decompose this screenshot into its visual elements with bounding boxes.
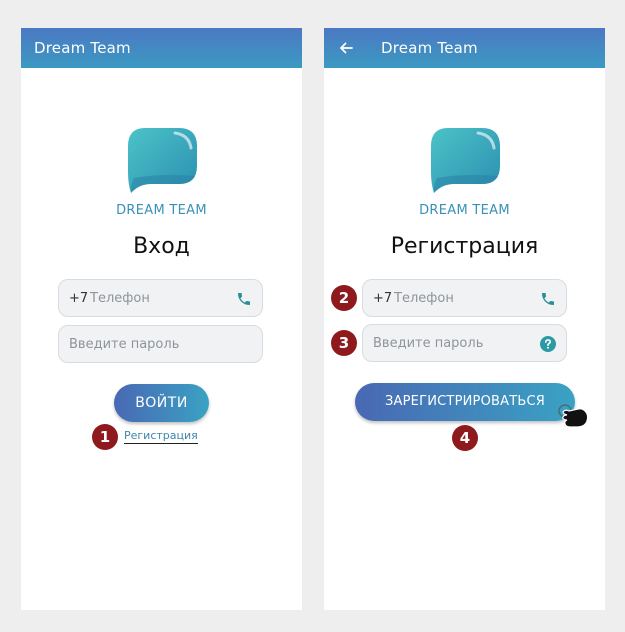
step-badge-1: 1 bbox=[92, 424, 118, 450]
step-badge-4: 4 bbox=[452, 425, 478, 451]
password-field[interactable]: Введите пароль bbox=[362, 324, 567, 362]
speech-bubble-logo bbox=[430, 128, 500, 193]
hand-pointer-icon bbox=[558, 404, 589, 428]
phone-prefix: +7 bbox=[373, 291, 393, 306]
speech-bubble-logo bbox=[127, 128, 197, 193]
password-field[interactable]: Введите пароль bbox=[58, 325, 263, 363]
register-screen: Dream Team DREAM TEAM Регистрация +7 Тел… bbox=[324, 28, 605, 610]
app-bar: Dream Team bbox=[324, 28, 605, 68]
phone-field[interactable]: +7 Телефон bbox=[58, 279, 263, 317]
app-bar: Dream Team bbox=[21, 28, 302, 68]
brand-name: DREAM TEAM bbox=[419, 203, 510, 218]
question-icon[interactable] bbox=[540, 336, 556, 352]
password-placeholder: Введите пароль bbox=[69, 337, 180, 352]
register-button[interactable]: ЗАРЕГИСТРИРОВАТЬСЯ bbox=[355, 383, 575, 421]
phone-icon bbox=[238, 293, 250, 305]
app-title: Dream Team bbox=[34, 39, 131, 57]
page-title: Вход bbox=[133, 234, 190, 259]
register-link[interactable]: Регистрация bbox=[124, 429, 198, 444]
page-title: Регистрация bbox=[390, 234, 539, 259]
step-badge-2: 2 bbox=[331, 285, 357, 311]
step-badge-3: 3 bbox=[331, 330, 357, 356]
login-button[interactable]: ВОЙТИ bbox=[114, 384, 209, 422]
app-title: Dream Team bbox=[381, 39, 478, 57]
brand-name: DREAM TEAM bbox=[116, 203, 207, 218]
phone-field[interactable]: +7 Телефон bbox=[362, 279, 567, 317]
back-arrow-icon[interactable] bbox=[338, 40, 354, 56]
phone-placeholder: Телефон bbox=[90, 291, 150, 306]
password-placeholder: Введите пароль bbox=[373, 336, 484, 351]
phone-prefix: +7 bbox=[69, 291, 89, 306]
phone-icon bbox=[542, 293, 554, 305]
login-screen: Dream Team DREAM TEAM Вход +7 Телефон Вв… bbox=[21, 28, 302, 610]
phone-placeholder: Телефон bbox=[394, 291, 454, 306]
